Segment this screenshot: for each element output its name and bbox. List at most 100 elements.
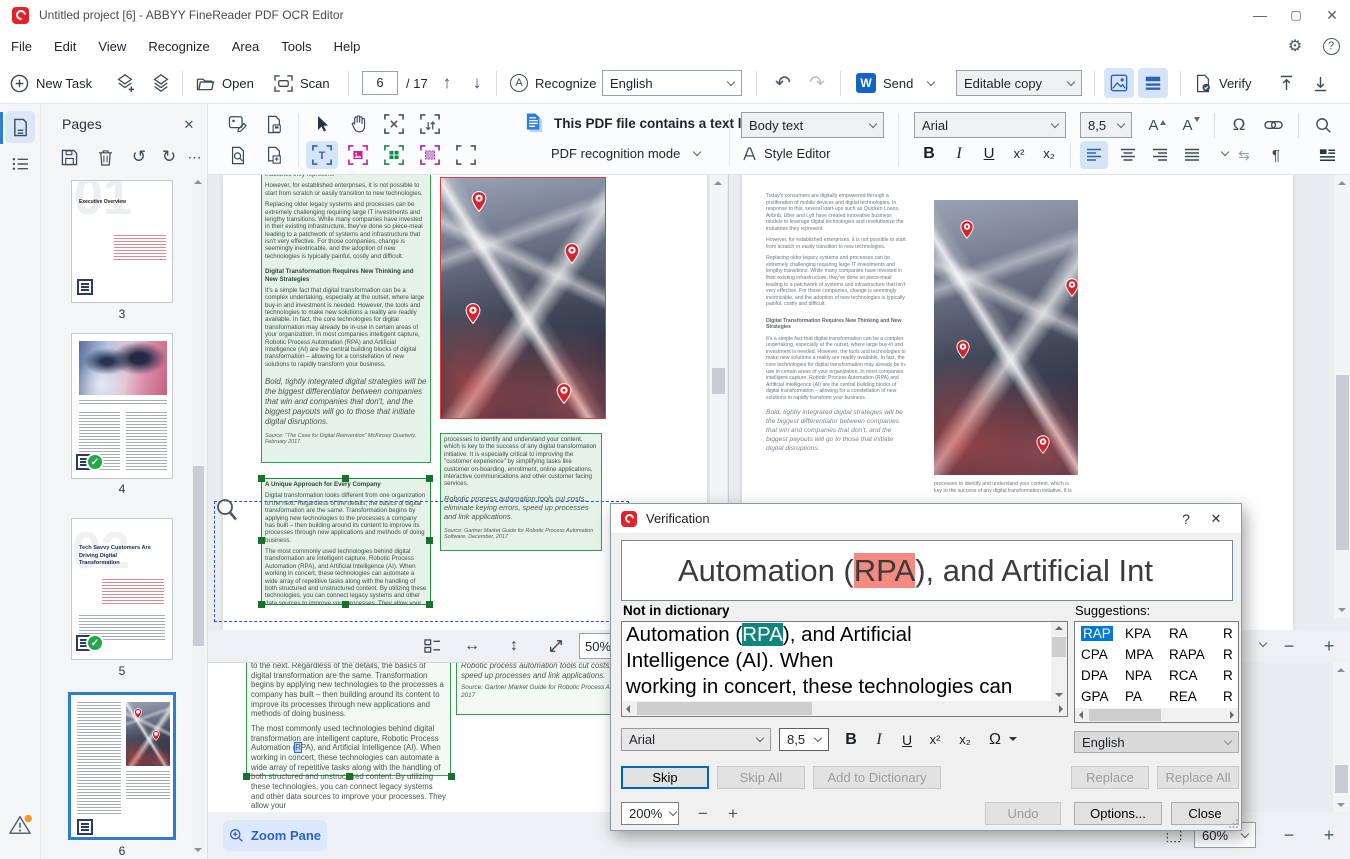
suggestion-item[interactable]: R xyxy=(1223,668,1233,683)
suggestion-item[interactable]: R xyxy=(1223,689,1233,704)
suggestion-item[interactable]: NPA xyxy=(1125,668,1152,683)
textbox-hscrollbar[interactable] xyxy=(622,701,1067,716)
send-to-word-button[interactable]: W Send xyxy=(856,70,936,96)
add-to-dictionary-button[interactable]: Add to Dictionary xyxy=(813,766,941,789)
warning-icon[interactable] xyxy=(5,810,35,840)
dialog-zoom-out-icon[interactable]: − xyxy=(691,802,715,825)
rotate-left-icon[interactable]: ↺ xyxy=(125,144,153,170)
resize-handle[interactable] xyxy=(258,475,265,482)
text-direction-icon[interactable]: ¶ xyxy=(1262,141,1290,169)
hand-pan-tool[interactable] xyxy=(342,111,374,137)
save-pages-icon[interactable] xyxy=(55,144,83,170)
scan-button[interactable]: Scan xyxy=(274,70,330,96)
hyperlink-icon[interactable] xyxy=(1258,112,1288,138)
verification-text-box[interactable]: Automation (RPA), and Artificial Intelli… xyxy=(621,621,1068,717)
zoom-out-icon[interactable]: − xyxy=(1276,633,1302,659)
font-size-select[interactable]: 8,5 xyxy=(1080,112,1132,138)
resize-handle[interactable] xyxy=(243,773,250,780)
scroll-up-arrow[interactable] xyxy=(714,181,722,185)
scroll-thumb[interactable] xyxy=(1335,765,1348,793)
align-left-button[interactable] xyxy=(1080,141,1108,169)
align-center-button[interactable] xyxy=(1114,141,1142,169)
lower-scrollbar[interactable] xyxy=(1333,662,1350,812)
suggestion-item[interactable]: GPA xyxy=(1081,689,1109,704)
table-area-tool[interactable] xyxy=(378,141,410,169)
list-view-tab[interactable] xyxy=(5,149,35,179)
help-icon[interactable]: ? xyxy=(1312,37,1350,55)
delete-page-icon[interactable] xyxy=(91,144,119,170)
copy-page-icon[interactable] xyxy=(259,142,289,168)
resize-handle[interactable] xyxy=(426,601,433,608)
menu-edit[interactable]: Edit xyxy=(43,39,87,54)
undo-button[interactable]: Undo xyxy=(985,802,1061,825)
zoom-pane-button[interactable]: Zoom Pane xyxy=(223,820,327,851)
page-thumbnail-3[interactable]: 01 Executive Overview xyxy=(71,180,173,303)
suggestion-item[interactable]: KPA xyxy=(1125,626,1151,641)
paragraph-style-select[interactable]: Body text xyxy=(741,112,884,138)
justify-button[interactable] xyxy=(1178,141,1206,169)
replace-all-button[interactable]: Replace All xyxy=(1157,766,1239,789)
menu-recognize[interactable]: Recognize xyxy=(137,39,220,54)
background-picture-area-tool[interactable] xyxy=(414,141,446,169)
picture-area-tool[interactable] xyxy=(342,141,374,169)
insert-symbol-icon[interactable]: Ω xyxy=(1224,112,1254,138)
resize-handle[interactable] xyxy=(342,475,349,482)
resize-grip[interactable] xyxy=(1229,818,1239,828)
line-spacing-icon[interactable]: ⇆ xyxy=(1230,141,1258,169)
delete-area-tool[interactable] xyxy=(378,111,410,137)
verification-text[interactable]: Automation (RPA), and Artificial Intelli… xyxy=(626,622,1050,701)
replace-button[interactable]: Replace xyxy=(1071,766,1149,789)
suggestion-item[interactable]: RA xyxy=(1169,626,1188,641)
page-thumbnail-4[interactable]: ✓ xyxy=(71,333,173,479)
dialog-underline-button[interactable]: U xyxy=(895,728,919,751)
more-options-icon[interactable]: ⋯ xyxy=(183,144,207,170)
scroll-thumb[interactable] xyxy=(637,702,812,715)
options-button[interactable]: Options... xyxy=(1074,802,1162,825)
scroll-thumb[interactable] xyxy=(193,466,204,646)
reorder-area-tool[interactable] xyxy=(414,111,446,137)
scroll-thumb[interactable] xyxy=(1052,637,1066,657)
zoom-page-icon[interactable] xyxy=(223,142,253,168)
dialog-zoom-in-icon[interactable]: + xyxy=(721,802,745,825)
subscript-button[interactable]: x₂ xyxy=(1037,142,1061,165)
selected-text-area-region[interactable]: A Unique Approach for Every Company Digi… xyxy=(261,478,431,605)
text-view-toggle[interactable] xyxy=(1138,68,1168,98)
next-page-arrow-icon[interactable]: ↓ xyxy=(464,70,490,96)
zoom-in-icon[interactable]: + xyxy=(1316,822,1342,848)
zoom-select-chevron[interactable] xyxy=(1258,638,1268,648)
font-family-select[interactable]: Arial xyxy=(914,112,1066,138)
scroll-right-arrow[interactable] xyxy=(1059,705,1063,713)
zoom-in-icon[interactable]: + xyxy=(1316,633,1342,659)
skip-button[interactable]: Skip xyxy=(621,766,709,789)
recognize-button[interactable]: A Recognize xyxy=(510,70,596,96)
scroll-down-arrow[interactable] xyxy=(1338,608,1346,612)
italic-button[interactable]: I xyxy=(947,142,971,165)
text-area-region[interactable]: industries they represent. However, for … xyxy=(261,175,431,463)
menu-file[interactable]: File xyxy=(0,39,43,54)
page-number-input[interactable]: 6 xyxy=(362,71,398,95)
dialog-close-icon[interactable]: ✕ xyxy=(1201,505,1231,533)
resize-handle[interactable] xyxy=(448,773,455,780)
previous-page-arrow-icon[interactable]: ↑ xyxy=(434,70,460,96)
close-button[interactable]: ✕ xyxy=(1314,1,1350,29)
textbox-vscrollbar[interactable] xyxy=(1051,622,1067,701)
scroll-left-arrow[interactable] xyxy=(1079,711,1083,719)
add-pages-icon[interactable] xyxy=(110,70,140,96)
resize-handle[interactable] xyxy=(258,601,265,608)
page-thumbnail-5[interactable]: 02 Tech Savvy Customers Are Driving Digi… xyxy=(71,518,173,660)
scroll-up-arrow[interactable] xyxy=(1055,626,1063,630)
new-task-button[interactable]: New Task xyxy=(10,70,92,96)
suggestion-item[interactable]: REA xyxy=(1169,689,1197,704)
dialog-help-button[interactable]: ? xyxy=(1171,505,1201,533)
recognition-area-tool[interactable] xyxy=(450,141,482,169)
scroll-up-arrow[interactable] xyxy=(194,180,202,184)
menu-help[interactable]: Help xyxy=(323,39,372,54)
paragraph-settings-icon[interactable] xyxy=(1312,141,1342,169)
underline-button[interactable]: U xyxy=(977,142,1001,165)
scroll-right-arrow[interactable] xyxy=(1230,711,1234,719)
search-icon[interactable] xyxy=(1308,112,1338,138)
thumbnails-layout-icon[interactable] xyxy=(418,633,446,659)
resize-handle[interactable] xyxy=(426,537,433,544)
resize-handle[interactable] xyxy=(426,475,433,482)
go-last-error-icon[interactable] xyxy=(1306,70,1334,96)
